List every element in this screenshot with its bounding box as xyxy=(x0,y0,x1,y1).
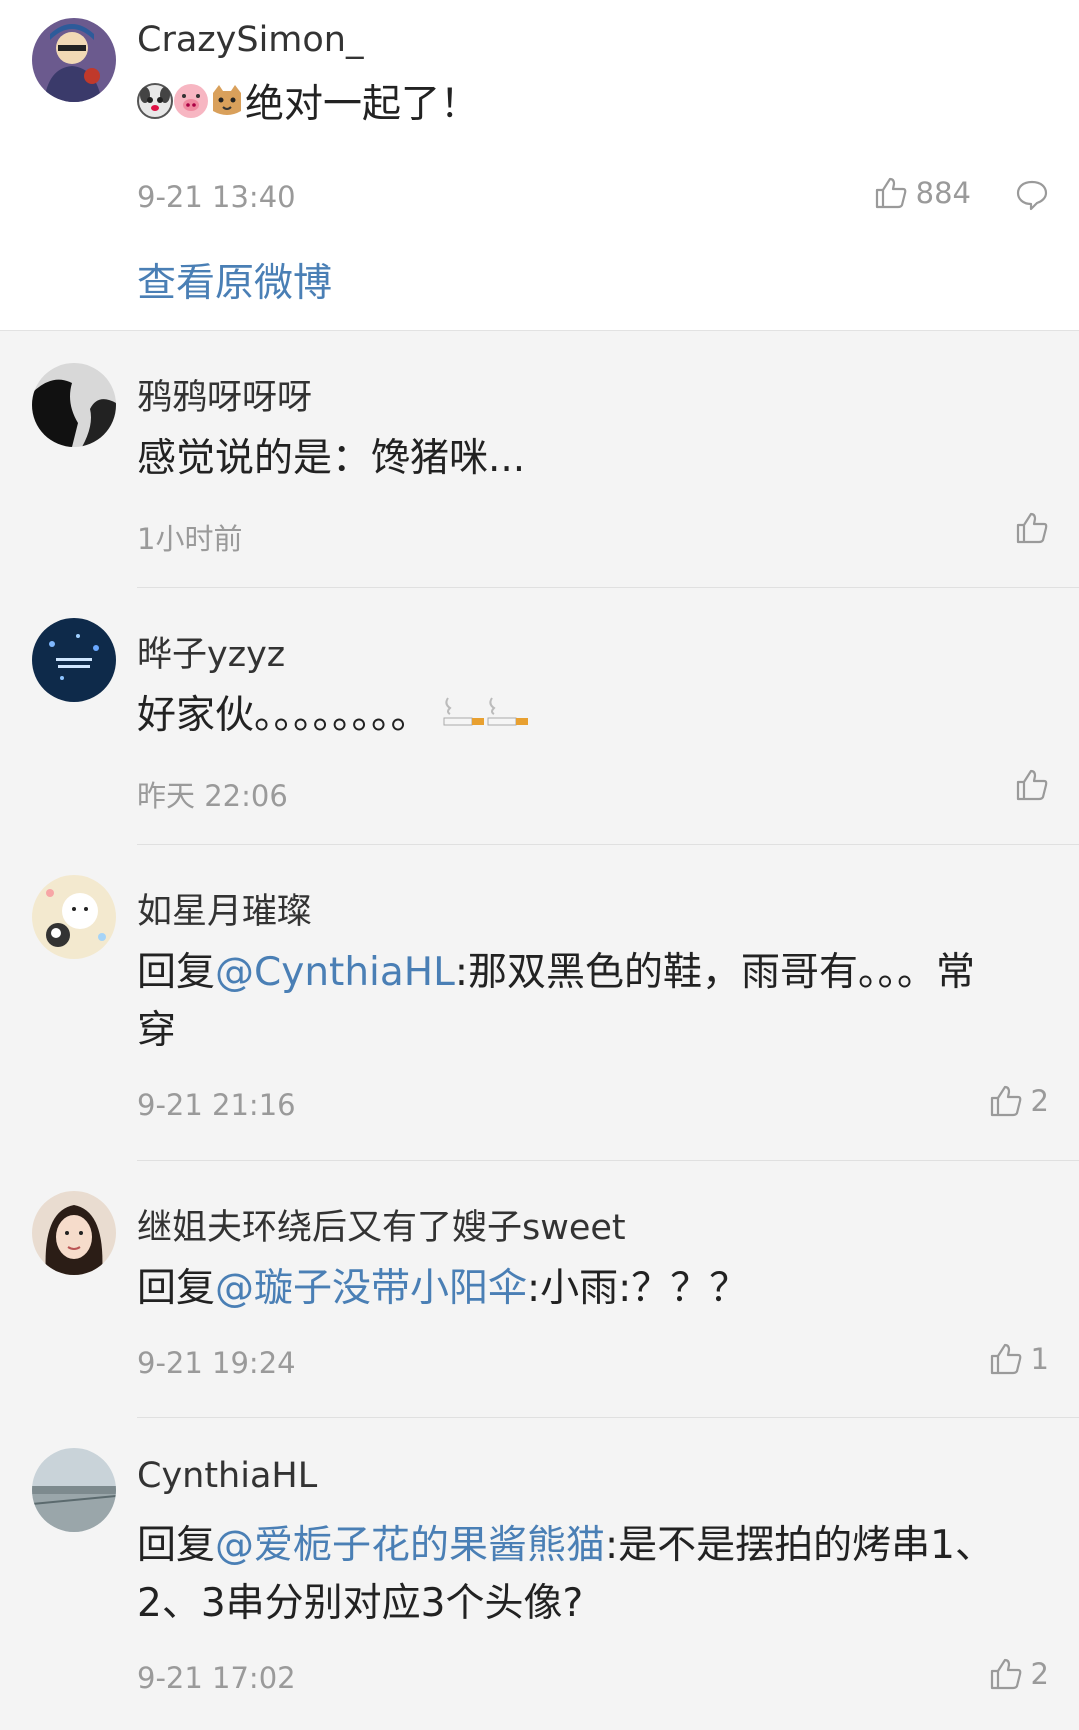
like-button[interactable]: 2 xyxy=(989,1657,1049,1691)
avatar[interactable] xyxy=(32,363,116,447)
avatar[interactable] xyxy=(32,18,116,102)
list-item: 晔子yzyz 好家伙。。。。。。。。 昨天 22:06 xyxy=(0,588,1079,845)
like-count: 1 xyxy=(1030,1342,1049,1376)
username[interactable]: 继姐夫环绕后又有了嫂子sweet xyxy=(137,1199,626,1250)
like-icon xyxy=(989,1084,1023,1118)
like-button[interactable] xyxy=(1015,768,1049,802)
like-button[interactable] xyxy=(1015,511,1049,545)
like-count: 2 xyxy=(1030,1657,1049,1691)
comment-timestamp: 9-21 17:02 xyxy=(137,1661,296,1695)
username[interactable]: 如星月璀璨 xyxy=(137,883,312,934)
cigarette-icon xyxy=(486,689,530,747)
list-item: 如星月璀璨 回复@CynthiaHL:那双黑色的鞋，雨哥有。。。常穿 9-21 … xyxy=(0,845,1079,1161)
comment-text: 回复@爱栀子花的果酱熊猫:是不是摆拍的烤串1、 2、3串分别对应3个头像? xyxy=(137,1523,994,1626)
comment-timestamp: 昨天 22:06 xyxy=(137,779,288,813)
comment-icon xyxy=(1015,178,1049,212)
like-count: 2 xyxy=(1030,1084,1049,1118)
comment-text: 回复@璇子没带小阳伞:小雨:？？？ xyxy=(137,1266,749,1311)
mention-link[interactable]: @璇子没带小阳伞 xyxy=(215,1266,527,1311)
post-timestamp: 9-21 13:40 xyxy=(137,180,296,214)
like-button[interactable]: 2 xyxy=(989,1084,1049,1118)
comment-text: 回复@CynthiaHL:那双黑色的鞋，雨哥有。。。常穿 xyxy=(137,950,975,1053)
username[interactable]: CrazySimon_ xyxy=(137,20,364,60)
comment-text: 好家伙。。。。。。。。 xyxy=(137,687,1029,747)
username[interactable]: CynthiaHL xyxy=(137,1456,317,1496)
list-item: 继姐夫环绕后又有了嫂子sweet 回复@璇子没带小阳伞:小雨:？？？ 9-21 … xyxy=(0,1161,1079,1418)
like-button[interactable]: 1 xyxy=(989,1342,1049,1376)
list-item: CynthiaHL 回复@爱栀子花的果酱熊猫:是不是摆拍的烤串1、 2、3串分别对… xyxy=(0,1418,1079,1730)
cigarette-icon xyxy=(442,689,486,747)
like-icon xyxy=(1015,511,1049,545)
mention-link[interactable]: @CynthiaHL xyxy=(215,950,455,995)
avatar[interactable] xyxy=(32,618,116,702)
username[interactable]: 鸦鸦呀呀呀 xyxy=(137,369,312,420)
post-text: 绝对一起了！ xyxy=(137,76,1029,136)
comment-timestamp: 1小时前 xyxy=(137,522,243,556)
like-icon xyxy=(989,1657,1023,1691)
username[interactable]: 晔子yzyz xyxy=(137,626,285,677)
like-icon xyxy=(1015,768,1049,802)
dog-emoji-icon xyxy=(137,78,173,136)
cat-emoji-icon xyxy=(209,78,245,136)
pig-emoji-icon xyxy=(173,78,209,136)
mention-link[interactable]: @爱栀子花的果酱熊猫 xyxy=(215,1523,605,1568)
like-icon xyxy=(989,1342,1023,1376)
comment-text: 感觉说的是：馋猪咪... xyxy=(137,436,526,481)
avatar[interactable] xyxy=(32,875,116,959)
like-button[interactable]: 884 xyxy=(874,176,971,210)
like-count: 884 xyxy=(915,176,971,210)
avatar[interactable] xyxy=(32,1448,116,1532)
comment-timestamp: 9-21 21:16 xyxy=(137,1088,296,1122)
avatar[interactable] xyxy=(32,1191,116,1275)
list-item: 鸦鸦呀呀呀 感觉说的是：馋猪咪... 1小时前 xyxy=(0,331,1079,588)
view-original-link[interactable]: 查看原微博 xyxy=(137,252,332,308)
comment-timestamp: 9-21 19:24 xyxy=(137,1346,296,1380)
like-icon xyxy=(874,176,908,210)
comment-button[interactable] xyxy=(1015,178,1049,212)
original-post: CrazySimon_ 绝对一起了！ 9-21 13:40 884 查看原微博 xyxy=(0,0,1079,331)
